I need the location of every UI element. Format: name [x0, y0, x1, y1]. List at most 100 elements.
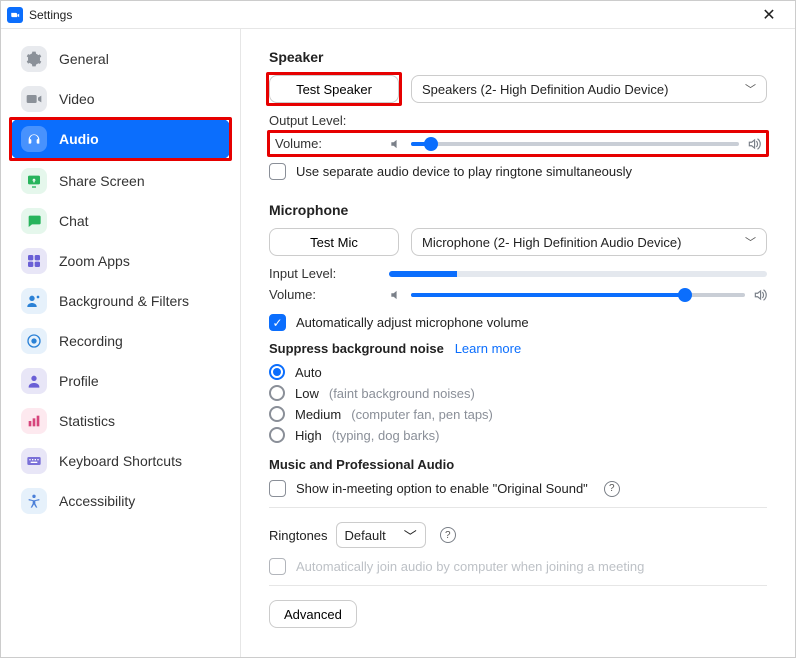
radio-icon: [269, 364, 285, 380]
sidebar-item-recording[interactable]: Recording: [11, 321, 230, 361]
sidebar-item-share-screen[interactable]: Share Screen: [11, 161, 230, 201]
input-level-label: Input Level:: [269, 266, 389, 281]
sidebar-item-label: Video: [59, 91, 95, 107]
ringtone-label: Ringtones: [269, 528, 328, 543]
divider: [269, 585, 767, 586]
sidebar-item-zoom-apps[interactable]: Zoom Apps: [11, 241, 230, 281]
share-screen-icon: [21, 168, 47, 194]
mic-volume-label: Volume:: [269, 287, 389, 302]
speaker-device-select[interactable]: Speakers (2- High Definition Audio Devic…: [411, 75, 767, 103]
mic-volume-slider[interactable]: [389, 288, 767, 302]
radio-label-text: Auto: [295, 365, 322, 380]
auto-join-audio-label: Automatically join audio by computer whe…: [296, 559, 644, 574]
suppress-option-low[interactable]: Low (faint background noises): [269, 385, 767, 401]
speaker-volume-label: Volume:: [275, 136, 389, 151]
radio-label-text: Medium: [295, 407, 341, 422]
speaker-volume-slider[interactable]: [389, 137, 761, 151]
radio-label-text: Low: [295, 386, 319, 401]
sidebar-item-label: General: [59, 51, 109, 67]
radio-hint: (faint background noises): [329, 386, 475, 401]
advanced-button[interactable]: Advanced: [269, 600, 357, 628]
select-value: Default: [345, 528, 386, 543]
sidebar-item-background-filters[interactable]: Background & Filters: [11, 281, 230, 321]
keyboard-icon: [21, 448, 47, 474]
sidebar-item-label: Background & Filters: [59, 293, 189, 309]
apps-icon: [21, 248, 47, 274]
suppress-option-high[interactable]: High (typing, dog barks): [269, 427, 767, 443]
window-title: Settings: [29, 8, 72, 22]
sidebar-item-profile[interactable]: Profile: [11, 361, 230, 401]
microphone-device-select[interactable]: Microphone (2- High Definition Audio Dev…: [411, 228, 767, 256]
recording-icon: [21, 328, 47, 354]
test-speaker-button[interactable]: Test Speaker: [269, 75, 399, 103]
help-icon[interactable]: ?: [604, 481, 620, 497]
original-sound-checkbox[interactable]: [269, 480, 286, 497]
help-icon[interactable]: ?: [440, 527, 456, 543]
auto-adjust-mic-label: Automatically adjust microphone volume: [296, 315, 529, 330]
separate-audio-device-checkbox[interactable]: [269, 163, 286, 180]
gear-icon: [21, 46, 47, 72]
close-button[interactable]: ✕: [749, 5, 789, 25]
test-mic-button[interactable]: Test Mic: [269, 228, 399, 256]
sidebar-item-accessibility[interactable]: Accessibility: [11, 481, 230, 521]
radio-icon: [269, 385, 285, 401]
sidebar-item-video[interactable]: Video: [11, 79, 230, 119]
select-value: Speakers (2- High Definition Audio Devic…: [422, 82, 668, 97]
music-heading: Music and Professional Audio: [269, 457, 767, 472]
headphones-icon: [21, 126, 47, 152]
sidebar-item-audio[interactable]: Audio: [11, 119, 230, 159]
sidebar-item-keyboard-shortcuts[interactable]: Keyboard Shortcuts: [11, 441, 230, 481]
suppress-option-medium[interactable]: Medium (computer fan, pen taps): [269, 406, 767, 422]
sidebar-item-label: Recording: [59, 333, 123, 349]
sidebar-item-label: Share Screen: [59, 173, 145, 189]
ringtone-select[interactable]: Default ﹀: [336, 522, 426, 548]
sidebar-item-label: Zoom Apps: [59, 253, 130, 269]
window-body: General Video Audio Share Screen Chat: [1, 29, 795, 657]
sidebar-item-label: Audio: [59, 131, 99, 147]
learn-more-link[interactable]: Learn more: [455, 341, 521, 356]
sidebar-item-chat[interactable]: Chat: [11, 201, 230, 241]
output-level-label: Output Level:: [269, 113, 389, 128]
chat-icon: [21, 208, 47, 234]
auto-join-audio-checkbox[interactable]: [269, 558, 286, 575]
radio-icon: [269, 427, 285, 443]
input-level-meter: [389, 271, 767, 277]
content-area: Speaker Test Speaker Speakers (2- High D…: [241, 29, 795, 657]
auto-adjust-mic-checkbox[interactable]: [269, 314, 286, 331]
chevron-down-icon: ﹀: [745, 234, 756, 250]
volume-high-icon: [747, 137, 761, 151]
suppress-option-auto[interactable]: Auto: [269, 364, 767, 380]
original-sound-label: Show in-meeting option to enable "Origin…: [296, 481, 588, 496]
suppress-noise-heading: Suppress background noise: [269, 341, 444, 356]
sidebar: General Video Audio Share Screen Chat: [1, 29, 241, 657]
sidebar-item-statistics[interactable]: Statistics: [11, 401, 230, 441]
sidebar-item-label: Accessibility: [59, 493, 135, 509]
sidebar-item-label: Profile: [59, 373, 99, 389]
accessibility-icon: [21, 488, 47, 514]
sidebar-item-label: Chat: [59, 213, 89, 229]
sidebar-item-label: Keyboard Shortcuts: [59, 453, 182, 469]
volume-high-icon: [753, 288, 767, 302]
settings-window: Settings ✕ General Video Audio: [0, 0, 796, 658]
sidebar-item-general[interactable]: General: [11, 39, 230, 79]
radio-hint: (typing, dog barks): [332, 428, 440, 443]
radio-icon: [269, 406, 285, 422]
microphone-heading: Microphone: [269, 202, 767, 218]
sidebar-item-label: Statistics: [59, 413, 115, 429]
video-icon: [21, 86, 47, 112]
volume-low-icon: [389, 137, 403, 151]
select-value: Microphone (2- High Definition Audio Dev…: [422, 235, 681, 250]
app-logo-icon: [7, 7, 23, 23]
profile-icon: [21, 368, 47, 394]
chevron-down-icon: ﹀: [404, 526, 417, 545]
statistics-icon: [21, 408, 47, 434]
separate-audio-device-label: Use separate audio device to play ringto…: [296, 164, 632, 179]
chevron-down-icon: ﹀: [745, 81, 756, 97]
radio-label-text: High: [295, 428, 322, 443]
radio-hint: (computer fan, pen taps): [351, 407, 493, 422]
volume-low-icon: [389, 288, 403, 302]
background-icon: [21, 288, 47, 314]
titlebar: Settings ✕: [1, 1, 795, 29]
speaker-heading: Speaker: [269, 49, 767, 65]
divider: [269, 507, 767, 508]
